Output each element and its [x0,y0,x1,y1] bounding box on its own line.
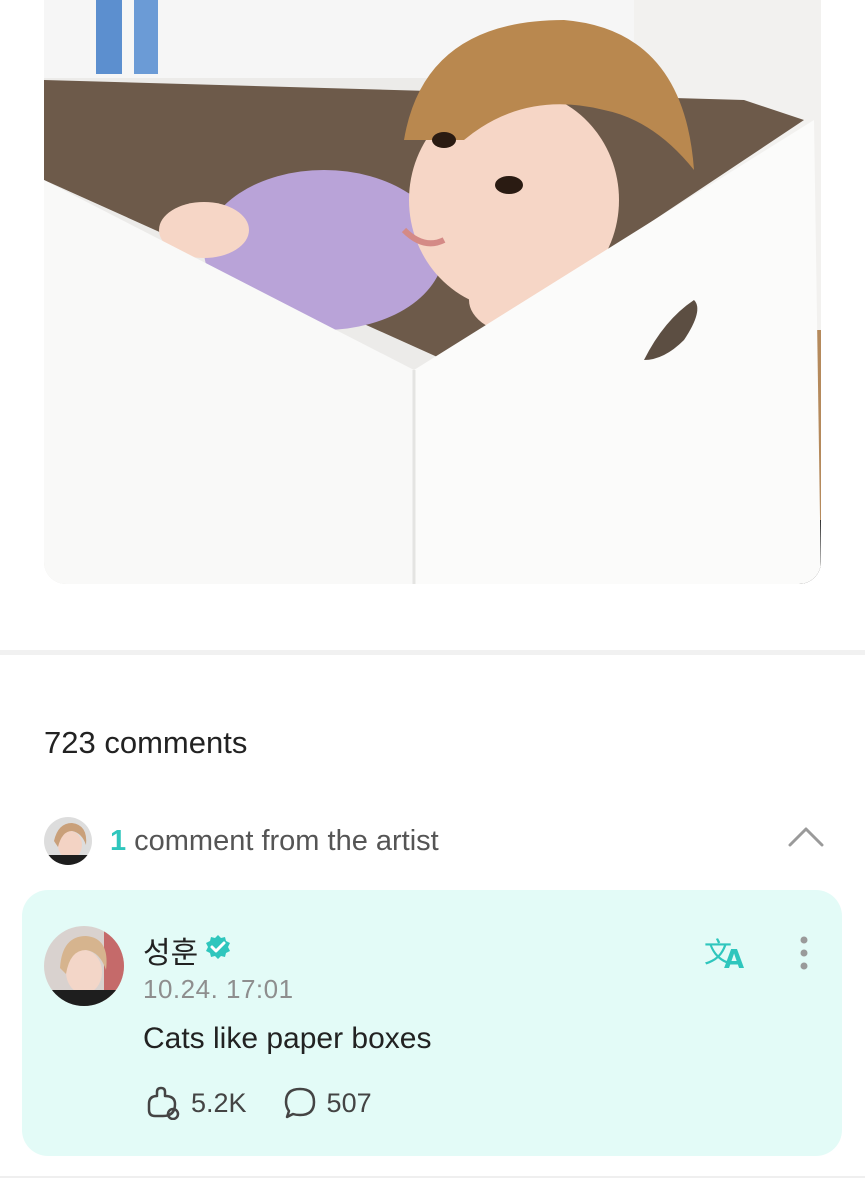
section-divider [0,650,865,655]
artist-comment-label: comment from the artist [134,824,439,857]
comments-count: 723 comments [44,725,248,760]
artist-avatar-small [44,817,92,865]
post-photo-illustration [44,0,821,584]
comment-bubble-icon [284,1087,315,1119]
bottom-divider [0,1176,865,1178]
paw-like-icon [147,1086,180,1120]
post-image[interactable] [44,0,821,584]
comment-text: Cats like paper boxes [143,1022,432,1055]
artist-comments-header[interactable]: 1 comment from the artist [44,815,824,867]
more-vertical-icon[interactable] [792,934,816,979]
translate-icon[interactable]: 文 A [702,932,750,977]
like-button[interactable]: 5.2K [143,1086,247,1120]
comment-timestamp: 10.24. 17:01 [143,974,294,1004]
chevron-up-icon[interactable] [788,825,824,854]
reply-count: 507 [326,1087,372,1118]
artist-comment-card: 성훈 10.24. 17:01 文 A Cats like paper boxe… [22,890,842,1156]
reply-button[interactable]: 507 [283,1086,372,1120]
verified-badge-icon [204,934,232,967]
author-name[interactable]: 성훈 [143,928,198,972]
author-avatar[interactable] [44,926,124,1006]
comment-stats: 5.2K 507 [143,1086,408,1120]
artist-comment-count: 1 [110,824,127,857]
like-count: 5.2K [191,1087,247,1118]
svg-text:A: A [724,945,744,972]
